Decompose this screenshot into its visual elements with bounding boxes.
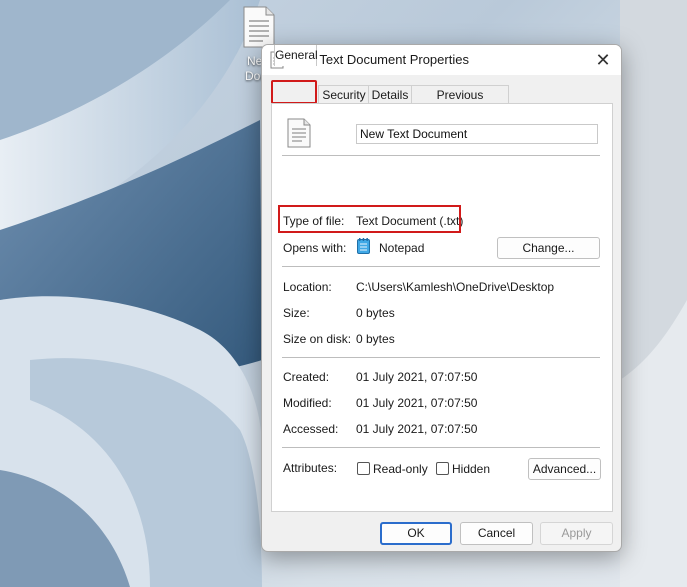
opens-with-label: Opens with: [283,241,347,255]
location-label: Location: [283,280,332,294]
text-file-icon [243,6,275,48]
size-on-disk-label: Size on disk: [283,332,352,346]
tab-details[interactable]: Details [368,85,412,105]
created-label: Created: [283,370,330,384]
size-on-disk-value: 0 bytes [356,332,395,346]
cancel-button[interactable]: Cancel [460,522,533,545]
readonly-checkbox[interactable] [357,462,370,475]
file-name-input[interactable] [356,124,598,144]
accessed-label: Accessed: [283,422,339,436]
hidden-label[interactable]: Hidden [452,462,490,476]
size-value: 0 bytes [356,306,395,320]
size-label: Size: [283,306,310,320]
advanced-button[interactable]: Advanced... [528,458,601,480]
accessed-value: 01 July 2021, 07:07:50 [356,422,478,436]
attributes-label: Attributes: [283,461,338,475]
divider [282,357,600,358]
modified-label: Modified: [283,396,332,410]
divider [282,266,600,267]
text-file-icon [287,118,311,148]
type-of-file-highlight [278,205,461,233]
divider [282,447,600,448]
modified-value: 01 July 2021, 07:07:50 [356,396,478,410]
notepad-icon [357,238,370,254]
close-icon[interactable]: ✕ [592,49,614,71]
tab-general[interactable]: General [274,45,318,66]
general-panel: Type of file: Text Document (.txt) Opens… [271,103,613,512]
created-value: 01 July 2021, 07:07:50 [356,370,478,384]
opens-with-value: Notepad [379,241,425,255]
ok-button[interactable]: OK [380,522,452,545]
apply-button[interactable]: Apply [540,522,613,545]
location-value: C:\Users\Kamlesh\OneDrive\Desktop [356,280,555,294]
general-tab-highlight [271,80,317,104]
divider [282,155,600,156]
tab-security[interactable]: Security [318,85,370,105]
change-button[interactable]: Change... [497,237,600,259]
tab-previous-versions[interactable]: Previous Versions [411,85,509,121]
hidden-checkbox[interactable] [436,462,449,475]
readonly-label[interactable]: Read-only [373,462,428,476]
properties-dialog: New Text Document Properties ✕ General S… [261,44,622,552]
